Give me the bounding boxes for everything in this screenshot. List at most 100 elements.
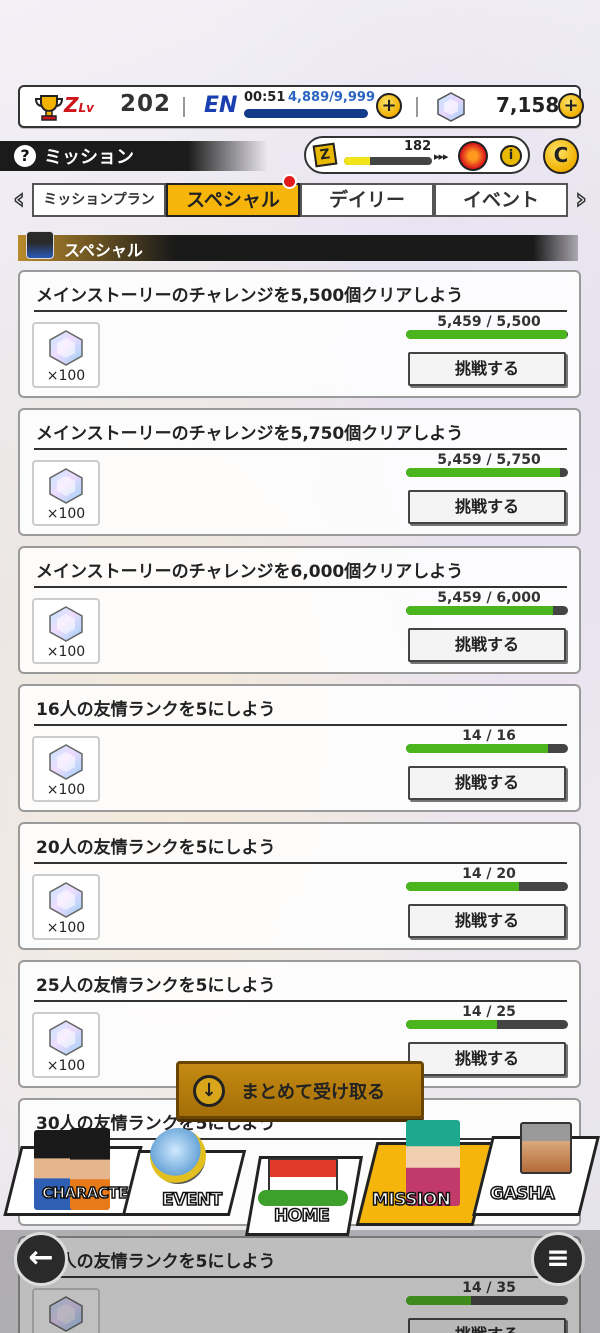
progress-fill <box>406 468 560 477</box>
reward-quantity: ×100 <box>46 782 86 798</box>
z-point-icon: Z <box>312 142 338 168</box>
divider <box>183 97 185 117</box>
challenge-button[interactable]: 挑戦する <box>408 628 566 662</box>
challenge-button[interactable]: 挑戦する <box>408 766 566 800</box>
download-arrow-icon: ↓ <box>193 1075 225 1107</box>
gasha-character-portrait <box>520 1122 572 1174</box>
reward-quantity: ×100 <box>46 506 86 522</box>
mission-point-gauge[interactable]: Z 182 ▸▸▸ i <box>304 136 530 174</box>
dragon-stone-icon <box>437 92 465 122</box>
mission-progress-bar <box>406 468 568 477</box>
nav-shadow <box>0 1230 600 1333</box>
arrow-icon: ▸▸▸ <box>434 150 449 163</box>
divider <box>416 97 418 117</box>
mission-card: メインストーリーのチャレンジを5,500個クリアしよう ×100 5,459 / 5… <box>18 270 581 398</box>
dragon-stone-icon <box>49 882 83 918</box>
dragon-stone-icon <box>49 1020 83 1056</box>
mission-progress-text: 5,459 / 5,500 <box>437 314 541 330</box>
page-title-bar: ? ミッション <box>0 141 268 171</box>
challenge-button[interactable]: 挑戦する <box>408 1042 566 1076</box>
nav-home[interactable]: HOME <box>238 1128 368 1238</box>
section-title: スペシャル <box>64 241 143 260</box>
dragon-stone-icon <box>49 468 83 504</box>
mission-progress-bar <box>406 744 568 753</box>
refresh-button[interactable]: C <box>543 138 579 174</box>
level-label: ZLv <box>64 93 94 117</box>
info-icon[interactable]: i <box>500 145 522 167</box>
mission-card: メインストーリーのチャレンジを5,750個クリアしよう ×100 5,459 / 5… <box>18 408 581 536</box>
player-level: 202 <box>120 91 172 117</box>
dragon-stone-icon <box>49 606 83 642</box>
progress-fill <box>406 882 520 891</box>
nav-event[interactable]: EVENT <box>118 1120 248 1220</box>
character-avatar <box>26 231 54 259</box>
reward-item[interactable]: ×100 <box>32 460 100 526</box>
help-icon[interactable]: ? <box>14 145 36 167</box>
divider <box>34 724 567 726</box>
challenge-button[interactable]: 挑戦する <box>408 490 566 524</box>
add-stones-button[interactable]: + <box>558 93 584 119</box>
mission-progress-text: 14 / 20 <box>462 866 516 882</box>
mission-card: 20人の友情ランクを5にしよう ×100 14 / 20 挑戦する <box>18 822 581 950</box>
energy-bar <box>244 109 368 118</box>
bottom-navigation: CHARACTER EVENT HOME MISSION GASHA <box>0 1120 600 1333</box>
nav-gasha[interactable]: GASHA <box>470 1120 600 1220</box>
tab-mission-plan[interactable]: ミッションプラン <box>32 183 166 217</box>
nav-mission-label: MISSION <box>371 1189 451 1211</box>
progress-fill <box>406 606 554 615</box>
tab-event[interactable]: イベント <box>434 183 568 217</box>
mission-progress-text: 5,459 / 6,000 <box>437 590 541 606</box>
section-header: スペシャル <box>18 231 578 261</box>
reward-item[interactable]: ×100 <box>32 322 100 388</box>
progress-fill <box>406 744 548 753</box>
progress-fill <box>406 1020 497 1029</box>
reward-quantity: ×100 <box>46 920 86 936</box>
mission-progress-text: 14 / 25 <box>462 1004 516 1020</box>
back-button[interactable]: ← <box>14 1232 68 1286</box>
nav-home-label: HOME <box>273 1205 330 1227</box>
page-title: ミッション <box>44 147 134 168</box>
dragon-stone-icon <box>49 744 83 780</box>
mission-progress-bar <box>406 882 568 891</box>
mission-title: メインストーリーのチャレンジを5,500個クリアしよう <box>36 286 464 306</box>
mission-title: メインストーリーのチャレンジを5,750個クリアしよう <box>36 424 464 444</box>
nav-event-label: EVENT <box>161 1189 223 1211</box>
reward-quantity: ×100 <box>46 368 86 384</box>
receive-all-button[interactable]: ↓ まとめて受け取る <box>176 1061 424 1119</box>
mission-progress-bar <box>406 330 568 339</box>
energy-value: 4,889/9,999 <box>288 90 375 105</box>
tab-special[interactable]: スペシャル <box>166 183 300 217</box>
reward-character-icon <box>458 141 488 171</box>
divider <box>34 1000 567 1002</box>
divider <box>34 310 567 312</box>
menu-button[interactable]: ≡ <box>531 1232 585 1286</box>
mission-progress-bar <box>406 1020 568 1029</box>
mission-tabs: ‹ ミッションプラン スペシャル デイリー イベント › <box>0 181 600 219</box>
dragon-stone-icon <box>49 330 83 366</box>
receive-all-label: まとめて受け取る <box>241 1082 385 1103</box>
energy-timer: 00:51 <box>244 90 286 105</box>
mission-points: 182 <box>404 139 432 154</box>
reward-quantity: ×100 <box>46 1058 86 1074</box>
grass-icon <box>258 1190 348 1206</box>
add-energy-button[interactable]: + <box>376 93 402 119</box>
mission-progress-bar <box>406 606 568 615</box>
divider <box>34 448 567 450</box>
reward-item[interactable]: ×100 <box>32 736 100 802</box>
reward-quantity: ×100 <box>46 644 86 660</box>
reward-item[interactable]: ×100 <box>32 598 100 664</box>
mission-title: メインストーリーのチャレンジを6,000個クリアしよう <box>36 562 464 582</box>
divider <box>34 862 567 864</box>
tab-prev-arrow-icon[interactable]: ‹ <box>4 181 34 219</box>
reward-item[interactable]: ×100 <box>32 874 100 940</box>
tab-daily[interactable]: デイリー <box>300 183 434 217</box>
challenge-button[interactable]: 挑戦する <box>408 904 566 938</box>
mission-point-bar <box>344 157 432 165</box>
mission-card: メインストーリーのチャレンジを6,000個クリアしよう ×100 5,459 / 6… <box>18 546 581 674</box>
progress-fill <box>406 330 567 339</box>
reward-item[interactable]: ×100 <box>32 1012 100 1078</box>
mission-card: 16人の友情ランクを5にしよう ×100 14 / 16 挑戦する <box>18 684 581 812</box>
challenge-button[interactable]: 挑戦する <box>408 352 566 386</box>
mission-title: 20人の友情ランクを5にしよう <box>36 838 276 858</box>
tab-next-arrow-icon[interactable]: › <box>566 181 596 219</box>
